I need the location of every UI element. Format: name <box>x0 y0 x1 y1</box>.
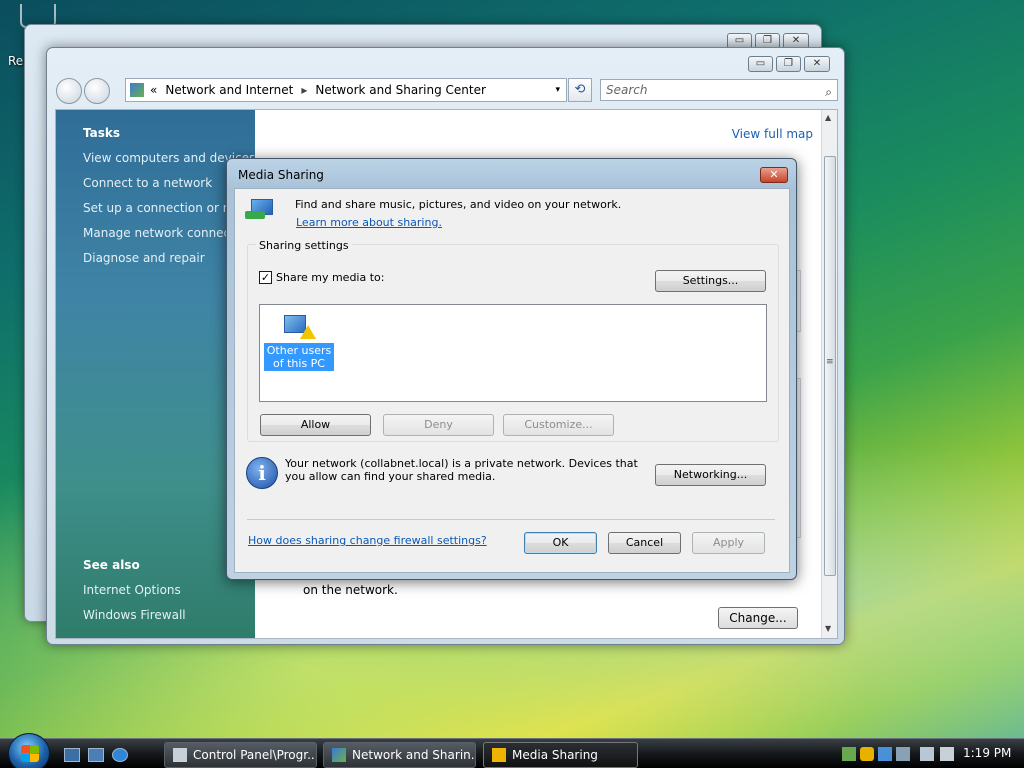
close-button[interactable]: ✕ <box>804 56 830 72</box>
start-button[interactable] <box>8 733 50 768</box>
info-icon: i <box>246 457 278 489</box>
change-button[interactable]: Change... <box>718 607 798 629</box>
settings-button[interactable]: Settings... <box>655 270 766 292</box>
dialog-title: Media Sharing <box>238 168 324 182</box>
network-status-icon[interactable] <box>920 747 934 761</box>
network-sharing-icon <box>245 197 277 227</box>
volume-muted-icon[interactable] <box>940 747 954 761</box>
apply-button[interactable]: Apply <box>692 532 765 554</box>
tray-network-app-icon[interactable] <box>878 747 892 761</box>
taskbar-button-media-sharing[interactable]: Media Sharing <box>483 742 638 768</box>
forward-button[interactable] <box>84 78 110 104</box>
search-placeholder: Search <box>606 83 648 97</box>
switch-windows-icon[interactable] <box>88 748 104 762</box>
task-diagnose-repair[interactable]: Diagnose and repair <box>83 251 205 265</box>
minimize-button[interactable]: ▭ <box>748 56 773 72</box>
share-media-checkbox[interactable]: ✓ <box>259 271 272 284</box>
search-input[interactable]: Search ⌕ <box>600 79 838 101</box>
dialog-divider <box>247 519 775 520</box>
ok-button[interactable]: OK <box>524 532 597 554</box>
taskbar-button-label: Media Sharing <box>512 748 598 762</box>
search-icon[interactable]: ⌕ <box>825 82 832 102</box>
taskbar-button-control-panel[interactable]: Control Panel\Progr... <box>164 742 317 768</box>
network-description-text: on the network. <box>303 583 398 597</box>
tray-app-icon[interactable] <box>842 747 856 761</box>
link-internet-options[interactable]: Internet Options <box>83 583 181 597</box>
tray-device-icon[interactable] <box>896 747 910 761</box>
control-panel-icon <box>173 748 187 762</box>
taskbar-button-label: Control Panel\Progr... <box>193 748 317 762</box>
network-icon <box>332 748 346 762</box>
sharing-settings-label: Sharing settings <box>256 239 352 252</box>
scroll-up-icon[interactable]: ▲ <box>825 113 831 122</box>
users-warning-icon[interactable] <box>284 313 316 339</box>
scrollbar-thumb[interactable]: ≡ <box>824 156 836 576</box>
taskbar-button-network-sharing[interactable]: Network and Sharin... <box>323 742 476 768</box>
tasks-heading: Tasks <box>83 126 121 140</box>
link-windows-firewall[interactable]: Windows Firewall <box>83 608 186 622</box>
vertical-scrollbar[interactable]: ▲ ≡ ▼ <box>821 110 837 638</box>
taskbar: Control Panel\Progr... Network and Shari… <box>0 733 1024 768</box>
address-bar[interactable]: « Network and Internet ▸ Network and Sha… <box>125 78 567 102</box>
customize-button[interactable]: Customize... <box>503 414 614 436</box>
scrollbar-grip-icon: ≡ <box>826 357 834 367</box>
address-chevron[interactable]: « <box>150 83 157 97</box>
address-dropdown-icon[interactable]: ▾ <box>555 85 560 95</box>
windows-logo-icon <box>21 745 39 762</box>
deny-button[interactable]: Deny <box>383 414 494 436</box>
maximize-button[interactable]: ❐ <box>776 56 801 72</box>
scroll-down-icon[interactable]: ▼ <box>825 624 831 633</box>
dialog-close-button[interactable]: ✕ <box>760 167 788 183</box>
breadcrumb-network-internet[interactable]: Network and Internet <box>165 83 293 97</box>
firewall-help-link[interactable]: How does sharing change firewall setting… <box>248 534 487 547</box>
network-info-text: Your network (collabnet.local) is a priv… <box>285 457 638 483</box>
cancel-button[interactable]: Cancel <box>608 532 681 554</box>
show-desktop-icon[interactable] <box>64 748 80 762</box>
internet-explorer-icon[interactable] <box>112 748 128 762</box>
learn-more-link[interactable]: Learn more about sharing. <box>296 216 442 229</box>
back-button[interactable] <box>56 78 82 104</box>
see-also-heading: See also <box>83 558 140 572</box>
share-media-label[interactable]: Share my media to: <box>276 271 384 284</box>
breadcrumb-separator-icon[interactable]: ▸ <box>301 83 307 97</box>
security-shield-icon[interactable] <box>860 747 874 761</box>
view-full-map-link[interactable]: View full map <box>732 127 813 141</box>
allow-button[interactable]: Allow <box>260 414 371 436</box>
breadcrumb-network-sharing-center[interactable]: Network and Sharing Center <box>315 83 486 97</box>
clock[interactable]: 1:19 PM <box>963 746 1011 760</box>
desktop-icon-label[interactable]: Re <box>8 54 23 68</box>
networking-button[interactable]: Networking... <box>655 464 766 486</box>
list-item[interactable]: Other users of this PC <box>264 343 334 371</box>
refresh-icon[interactable]: ⟲ <box>568 78 592 102</box>
dialog-header-text: Find and share music, pictures, and vide… <box>295 198 622 211</box>
media-player-icon <box>492 748 506 762</box>
task-manage-connections[interactable]: Manage network connectio <box>83 226 246 240</box>
dialog-client-area: Find and share music, pictures, and vide… <box>234 188 790 573</box>
media-devices-list[interactable]: Other users of this PC <box>259 304 767 402</box>
media-sharing-dialog[interactable]: Media Sharing ✕ Find and share music, pi… <box>226 158 797 580</box>
window-controls: ▭ ❐ ✕ <box>748 56 830 72</box>
task-connect-network[interactable]: Connect to a network <box>83 176 212 190</box>
control-panel-icon <box>130 83 144 97</box>
taskbar-button-label: Network and Sharin... <box>352 748 476 762</box>
